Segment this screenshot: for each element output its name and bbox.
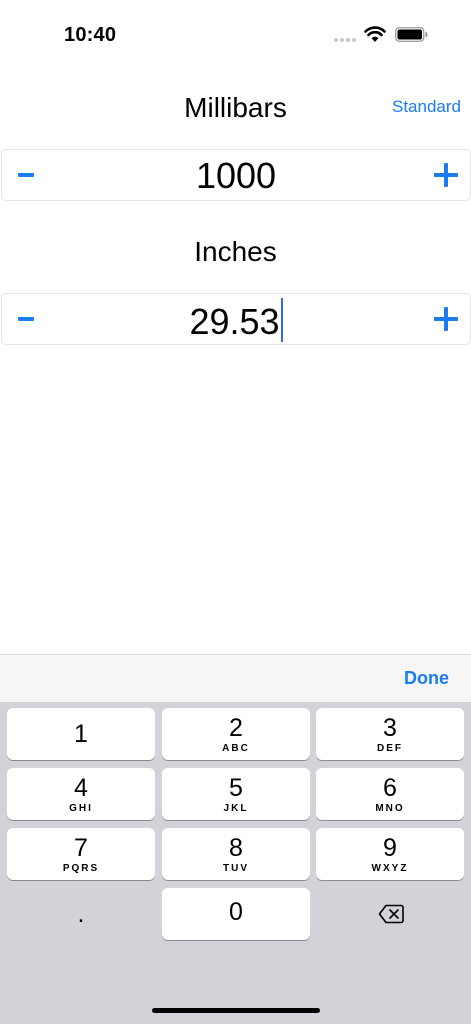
key-letters: GHI bbox=[69, 803, 93, 814]
key-digit: 2 bbox=[229, 714, 243, 742]
key-2[interactable]: 2 ABC bbox=[162, 708, 310, 760]
millibars-increment-button[interactable] bbox=[422, 150, 470, 200]
key-letters: WXYZ bbox=[371, 863, 409, 874]
keyboard-accessory-bar: Done bbox=[0, 654, 471, 702]
key-3[interactable]: 3 DEF bbox=[316, 708, 464, 760]
key-letters: ABC bbox=[222, 743, 250, 754]
key-letters: TUV bbox=[223, 863, 249, 874]
key-letters: PQRS bbox=[62, 863, 100, 874]
key-digit: 9 bbox=[383, 834, 397, 862]
key-digit: 5 bbox=[229, 774, 243, 802]
wifi-icon bbox=[364, 26, 386, 42]
key-5[interactable]: 5 JKL bbox=[162, 768, 310, 820]
backspace-key[interactable] bbox=[316, 888, 464, 940]
inches-input[interactable]: 29.53 bbox=[62, 298, 410, 344]
inches-stepper: 29.53 bbox=[1, 293, 471, 345]
cellular-signal-icon bbox=[334, 38, 356, 42]
key-letters: DEF bbox=[377, 743, 403, 754]
key-digit: . bbox=[77, 900, 85, 928]
minus-icon bbox=[18, 317, 34, 321]
numeric-keypad: 1 2 ABC 3 DEF 4 GHI 5 JKL 6 MNO 7 PQRS 8… bbox=[0, 702, 471, 1024]
delete-left-icon bbox=[378, 904, 404, 924]
key-digit: 7 bbox=[74, 834, 88, 862]
text-cursor bbox=[280, 298, 283, 342]
key-6[interactable]: 6 MNO bbox=[316, 768, 464, 820]
key-letters: JKL bbox=[223, 803, 249, 814]
key-letters: MNO bbox=[375, 803, 405, 814]
millibars-decrement-button[interactable] bbox=[2, 150, 50, 200]
key-digit: 4 bbox=[74, 774, 88, 802]
home-indicator bbox=[152, 1008, 320, 1013]
done-button[interactable]: Done bbox=[404, 668, 449, 689]
key-digit: 1 bbox=[74, 720, 88, 748]
key-digit: 3 bbox=[383, 714, 397, 742]
status-time: 10:40 bbox=[64, 24, 117, 46]
millibars-input[interactable]: 1000 bbox=[62, 154, 410, 198]
millibars-label: Millibars bbox=[184, 92, 287, 123]
key-4[interactable]: 4 GHI bbox=[7, 768, 155, 820]
key-digit: 0 bbox=[229, 898, 243, 926]
plus-icon bbox=[434, 307, 458, 331]
key-1[interactable]: 1 bbox=[7, 708, 155, 760]
battery-icon bbox=[395, 27, 428, 42]
key-7[interactable]: 7 PQRS bbox=[7, 828, 155, 880]
key-0[interactable]: 0 bbox=[162, 888, 310, 940]
key-8[interactable]: 8 TUV bbox=[162, 828, 310, 880]
key-digit: 8 bbox=[229, 834, 243, 862]
minus-icon bbox=[18, 173, 34, 177]
status-bar: 10:40 bbox=[0, 0, 471, 70]
key-9[interactable]: 9 WXYZ bbox=[316, 828, 464, 880]
inches-decrement-button[interactable] bbox=[2, 294, 50, 344]
inches-label: Inches bbox=[194, 236, 277, 267]
inches-value: 29.53 bbox=[189, 301, 280, 342]
plus-icon bbox=[434, 163, 458, 187]
millibars-stepper: 1000 bbox=[1, 149, 471, 201]
key-digit: 6 bbox=[383, 774, 397, 802]
inches-increment-button[interactable] bbox=[422, 294, 470, 344]
key-decimal[interactable]: . bbox=[7, 888, 155, 940]
